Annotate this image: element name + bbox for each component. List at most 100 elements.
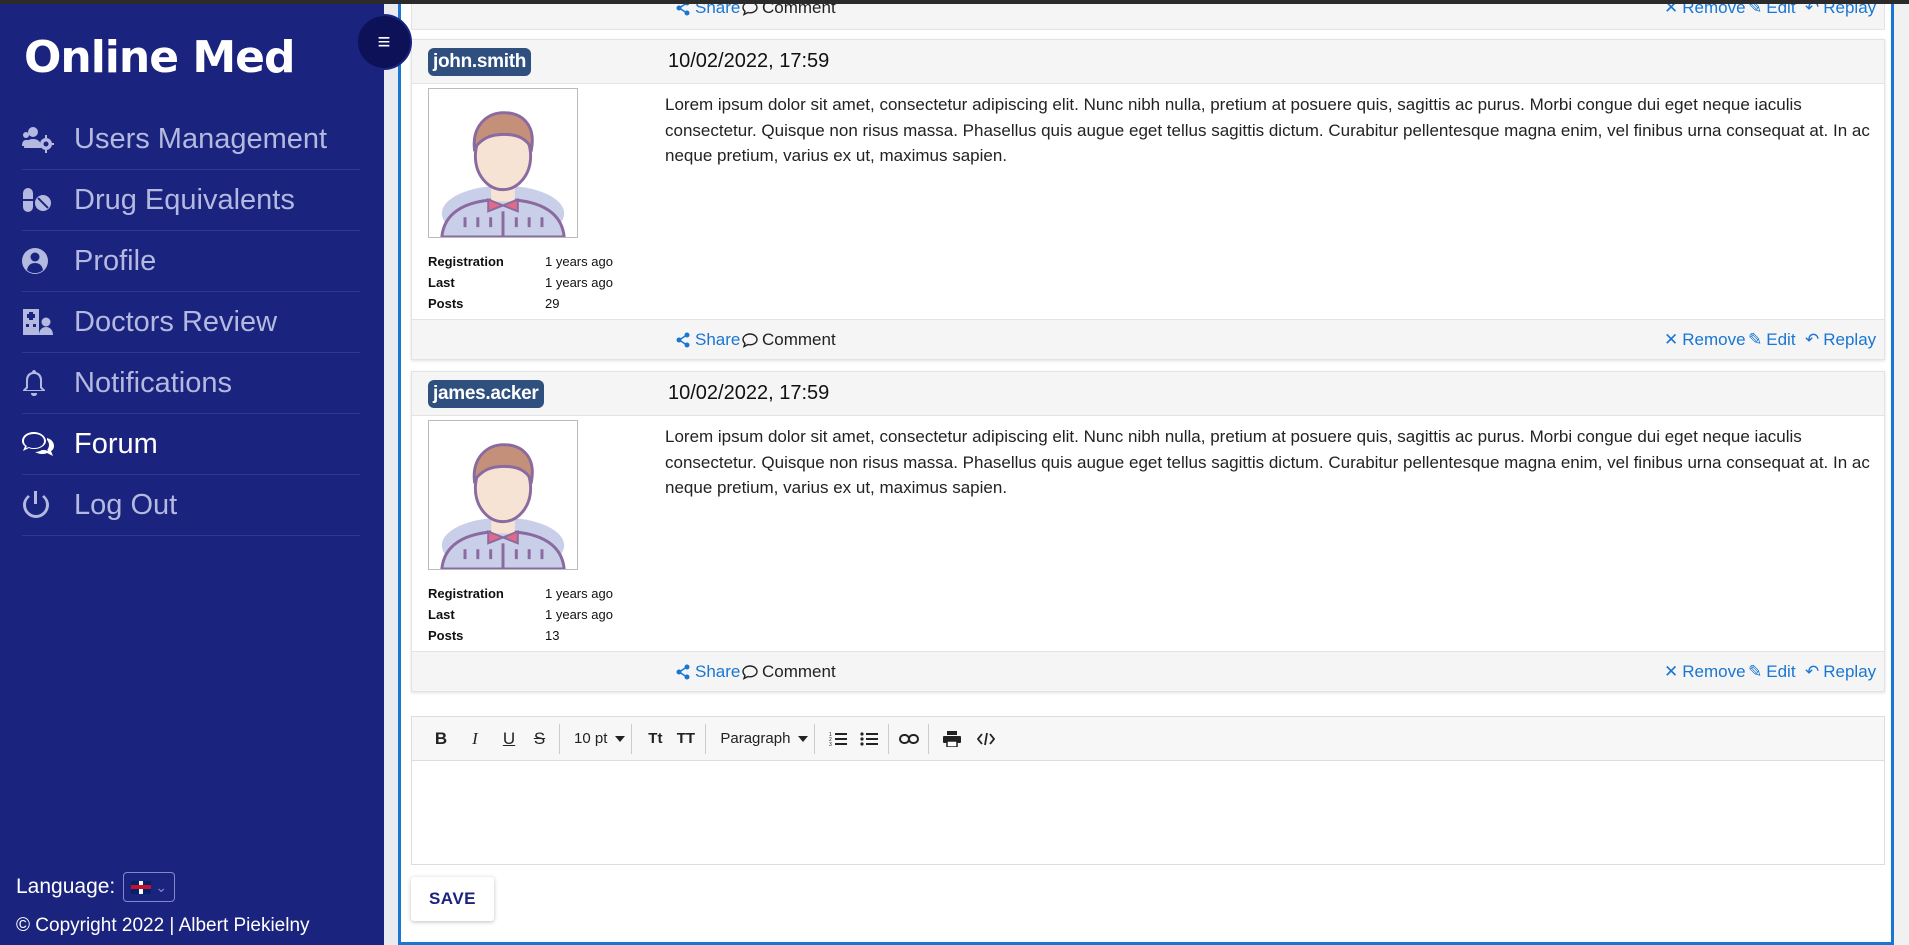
- sidebar-item-label: Doctors Review: [74, 305, 278, 338]
- comment-button[interactable]: Comment: [742, 330, 836, 350]
- clinic-icon: [22, 307, 74, 337]
- remove-button[interactable]: ✕ Remove: [1664, 662, 1746, 682]
- reply-icon: ↶: [1805, 4, 1820, 17]
- copyright: © Copyright 2022 | Albert Piekielny: [16, 915, 310, 936]
- code-icon: [977, 732, 996, 745]
- italic-button[interactable]: I: [458, 724, 492, 754]
- comment-icon: [742, 665, 758, 680]
- reply-button[interactable]: ↶ Replay: [1805, 662, 1876, 682]
- comment-icon: [742, 333, 758, 348]
- post-body: Registration 1 years ago Last 1 years ag…: [412, 416, 1884, 651]
- user-stats: Registration 1 years ago Last 1 years ag…: [428, 254, 613, 317]
- post-date: 10/02/2022, 17:59: [668, 382, 830, 404]
- previous-post-footer: Share Comment ✕ Remove ✎ Edit ↶ Replay: [411, 4, 1885, 30]
- post-footer: Share Comment ✕ Remove ✎ Edit ↶ Replay: [412, 651, 1884, 691]
- sidebar-item-label: Log Out: [74, 488, 178, 521]
- close-icon: ✕: [1664, 662, 1679, 681]
- sidebar-toggle-button[interactable]: ≡: [356, 14, 412, 70]
- print-button[interactable]: [935, 724, 969, 754]
- language-select[interactable]: ⌄: [123, 872, 176, 902]
- post-header: john.smith 10/02/2022, 17:59: [412, 40, 1884, 84]
- edit-button[interactable]: ✎ Edit: [1748, 4, 1796, 18]
- post-date: 10/02/2022, 17:59: [668, 50, 830, 72]
- reply-icon: ↶: [1805, 330, 1820, 349]
- language-switcher: Language: ⌄: [16, 872, 176, 902]
- sidebar-item-profile[interactable]: Profile: [22, 231, 360, 292]
- share-button[interactable]: Share: [675, 662, 740, 682]
- chevron-down-icon: ⌄: [155, 878, 168, 895]
- sidebar-item-doctors-review[interactable]: Doctors Review: [22, 292, 360, 353]
- users-cog-icon: [22, 124, 74, 154]
- share-icon: [676, 4, 690, 16]
- edit-button[interactable]: ✎ Edit: [1748, 330, 1796, 350]
- post-header: james.acker 10/02/2022, 17:59: [412, 372, 1884, 416]
- main-content: Share Comment ✕ Remove ✎ Edit ↶ Replay j…: [398, 4, 1894, 945]
- sidebar: Online Med Users Management Drug Equival…: [0, 4, 384, 945]
- comment-button[interactable]: Comment: [742, 4, 836, 18]
- forum-post: james.acker 10/02/2022, 17:59 Registrati…: [411, 371, 1885, 692]
- sidebar-nav: Users Management Drug Equivalents Profil…: [22, 109, 360, 536]
- post-username[interactable]: james.acker: [428, 380, 544, 408]
- svg-text:3: 3: [829, 742, 832, 747]
- remove-button[interactable]: ✕ Remove: [1664, 330, 1746, 350]
- sidebar-item-forum[interactable]: Forum: [22, 414, 360, 475]
- font-size-select[interactable]: 10 pt: [566, 723, 633, 754]
- print-icon: [943, 730, 962, 747]
- link-icon: [898, 733, 919, 744]
- strikethrough-button[interactable]: S: [526, 723, 560, 754]
- sidebar-item-notifications[interactable]: Notifications: [22, 353, 360, 414]
- sidebar-item-log-out[interactable]: Log Out: [22, 475, 360, 536]
- brand-logo[interactable]: Online Med: [24, 32, 295, 83]
- close-icon: ✕: [1664, 4, 1679, 17]
- share-button[interactable]: Share: [675, 4, 740, 18]
- superscript-button[interactable]: TT: [672, 723, 707, 754]
- editor-textarea[interactable]: [412, 761, 1884, 864]
- user-avatar: [428, 88, 578, 241]
- close-icon: ✕: [1664, 330, 1679, 349]
- ordered-list-icon: 123: [829, 732, 848, 747]
- reply-editor: B I U S 10 pt Tt TT Paragraph 123: [411, 716, 1885, 865]
- sidebar-item-label: Notifications: [74, 366, 232, 399]
- block-format-select[interactable]: Paragraph: [712, 723, 816, 754]
- sidebar-item-users-management[interactable]: Users Management: [22, 109, 360, 170]
- chevron-down-icon: [615, 735, 626, 742]
- sidebar-item-label: Profile: [74, 244, 157, 277]
- stat-registration: Registration 1 years ago: [428, 254, 613, 269]
- post-body: Registration 1 years ago Last 1 years ag…: [412, 84, 1884, 319]
- ordered-list-button[interactable]: 123: [821, 724, 855, 754]
- post-content: Lorem ipsum dolor sit amet, consectetur …: [665, 95, 1870, 165]
- post-username[interactable]: john.smith: [428, 48, 532, 76]
- stat-registration: Registration 1 years ago: [428, 586, 613, 601]
- subscript-button[interactable]: Tt: [638, 724, 672, 754]
- post-content: Lorem ipsum dolor sit amet, consectetur …: [665, 427, 1870, 497]
- sidebar-item-drug-equivalents[interactable]: Drug Equivalents: [22, 170, 360, 231]
- save-button[interactable]: SAVE: [411, 877, 494, 921]
- edit-icon: ✎: [1748, 4, 1763, 17]
- bullet-list-icon: [860, 731, 878, 746]
- bold-button[interactable]: B: [424, 724, 458, 754]
- underline-button[interactable]: U: [492, 724, 526, 754]
- scrollbar[interactable]: [1894, 4, 1909, 945]
- chevron-down-icon: [798, 735, 809, 742]
- share-button[interactable]: Share: [675, 330, 740, 350]
- bullet-list-button[interactable]: [855, 723, 890, 754]
- stat-posts: Posts 29: [428, 296, 560, 311]
- comment-button[interactable]: Comment: [742, 662, 836, 682]
- source-code-button[interactable]: [969, 724, 1003, 754]
- power-icon: [22, 490, 74, 520]
- sidebar-item-label: Drug Equivalents: [74, 183, 295, 216]
- comment-icon: [742, 4, 758, 16]
- post-footer: Share Comment ✕ Remove ✎ Edit ↶ Replay: [412, 319, 1884, 359]
- link-button[interactable]: [895, 723, 930, 754]
- remove-button[interactable]: ✕ Remove: [1664, 4, 1746, 18]
- forum-post: john.smith 10/02/2022, 17:59 Registratio…: [411, 39, 1885, 360]
- user-circle-icon: [22, 246, 74, 276]
- reply-button[interactable]: ↶ Replay: [1805, 4, 1876, 18]
- reply-button[interactable]: ↶ Replay: [1805, 330, 1876, 350]
- language-label: Language:: [16, 875, 116, 898]
- reply-icon: ↶: [1805, 662, 1820, 681]
- edit-button[interactable]: ✎ Edit: [1748, 662, 1796, 682]
- stat-posts: Posts 13: [428, 628, 560, 643]
- comments-icon: [22, 429, 74, 459]
- stat-last: Last 1 years ago: [428, 275, 613, 290]
